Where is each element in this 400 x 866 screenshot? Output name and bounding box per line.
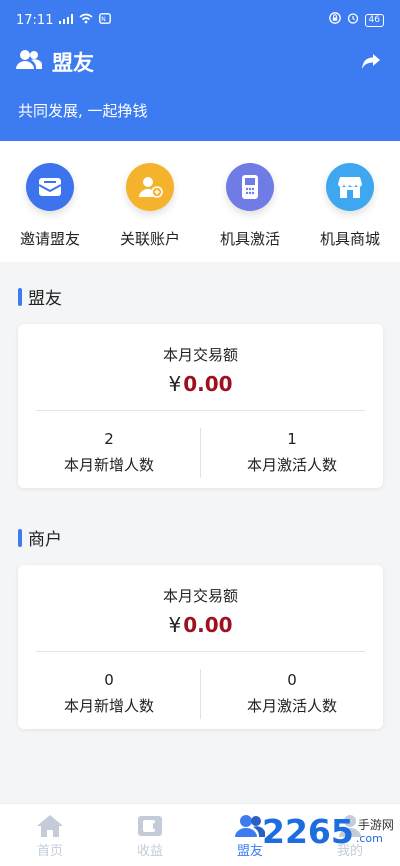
section-accent-bar	[18, 287, 22, 306]
ally-active-value: 1	[287, 430, 297, 448]
lock-icon	[328, 12, 341, 28]
quick-actions: 邀请盟友 关联账户 机具激活 机具商城	[0, 141, 400, 262]
ally-section-title: 盟友	[18, 284, 62, 309]
merchant-new-value: 0	[104, 671, 114, 689]
merchant-new-stat: 0 本月新增人数	[18, 671, 200, 716]
merchant-amount-value: 0.00	[183, 613, 233, 637]
ally-new-label: 本月新增人数	[63, 456, 154, 474]
tab-home-label: 首页	[36, 844, 63, 859]
merchant-new-label: 本月新增人数	[63, 697, 154, 715]
battery-icon: 46	[364, 13, 384, 27]
watermark-logo: 2265 手游网 .com	[262, 812, 394, 851]
users-icon	[16, 49, 43, 75]
header: 17:11 N 46 盟友 共同发展, 一起挣钱	[0, 0, 400, 141]
currency-symbol: ¥	[168, 613, 182, 637]
ally-amount-value: 0.00	[183, 372, 233, 396]
ally-amount-label: 本月交易额	[162, 346, 238, 364]
invite-ally-label: 邀请盟友	[19, 230, 80, 248]
invite-ally-button[interactable]: 邀请盟友	[0, 141, 100, 262]
title-bar: 盟友	[16, 44, 384, 80]
merchant-active-label: 本月激活人数	[246, 697, 337, 715]
page-title: 盟友	[52, 51, 94, 75]
users-icon	[235, 815, 265, 837]
watermark-suffix: .com	[355, 831, 383, 845]
signal-icon	[59, 13, 74, 28]
watermark-brand: 2265	[262, 812, 354, 851]
activate-device-button[interactable]: 机具激活	[200, 141, 300, 262]
device-store-button[interactable]: 机具商城	[300, 141, 400, 262]
merchant-section-title: 商户	[18, 525, 62, 550]
user-add-icon	[126, 163, 174, 211]
alarm-icon	[347, 12, 359, 28]
share-icon	[362, 54, 380, 69]
ally-active-stat: 1 本月激活人数	[201, 430, 383, 475]
activate-device-label: 机具激活	[219, 230, 280, 248]
share-button[interactable]	[358, 49, 384, 75]
nfc-icon: N	[99, 12, 112, 28]
divider	[36, 410, 365, 411]
device-store-label: 机具商城	[319, 230, 380, 248]
status-bar: 17:11 N 46	[0, 0, 400, 40]
ally-new-value: 2	[104, 430, 114, 448]
divider	[36, 651, 365, 652]
merchant-stats-card: 本月交易额 ¥0.00 0 本月新增人数 0 本月激活人数	[18, 565, 383, 729]
wallet-icon	[138, 816, 162, 836]
merchant-section-label: 商户	[28, 530, 62, 550]
status-time: 17:11	[16, 12, 54, 28]
section-accent-bar	[18, 528, 22, 547]
merchant-amount: ¥0.00	[18, 613, 383, 637]
svg-text:N: N	[102, 16, 107, 23]
slogan: 共同发展, 一起挣钱	[18, 102, 148, 120]
tab-earnings[interactable]: 收益	[100, 804, 200, 866]
store-icon	[326, 163, 374, 211]
tab-home[interactable]: 首页	[0, 804, 100, 866]
ally-section-label: 盟友	[28, 289, 62, 309]
ally-active-label: 本月激活人数	[246, 456, 337, 474]
ally-amount: ¥0.00	[18, 372, 383, 396]
device-icon	[226, 163, 274, 211]
merchant-active-value: 0	[287, 671, 297, 689]
watermark-cn: 手游网	[357, 817, 394, 832]
tab-allies-label: 盟友	[236, 844, 263, 859]
wifi-icon	[79, 13, 93, 28]
home-icon	[37, 815, 63, 837]
envelope-icon	[26, 163, 74, 211]
merchant-active-stat: 0 本月激活人数	[201, 671, 383, 716]
ally-new-stat: 2 本月新增人数	[18, 430, 200, 475]
currency-symbol: ¥	[168, 372, 182, 396]
merchant-amount-label: 本月交易额	[162, 587, 238, 605]
link-account-button[interactable]: 关联账户	[100, 141, 200, 262]
link-account-label: 关联账户	[119, 230, 180, 248]
ally-stats-card: 本月交易额 ¥0.00 2 本月新增人数 1 本月激活人数	[18, 324, 383, 488]
tab-earnings-label: 收益	[136, 844, 163, 859]
